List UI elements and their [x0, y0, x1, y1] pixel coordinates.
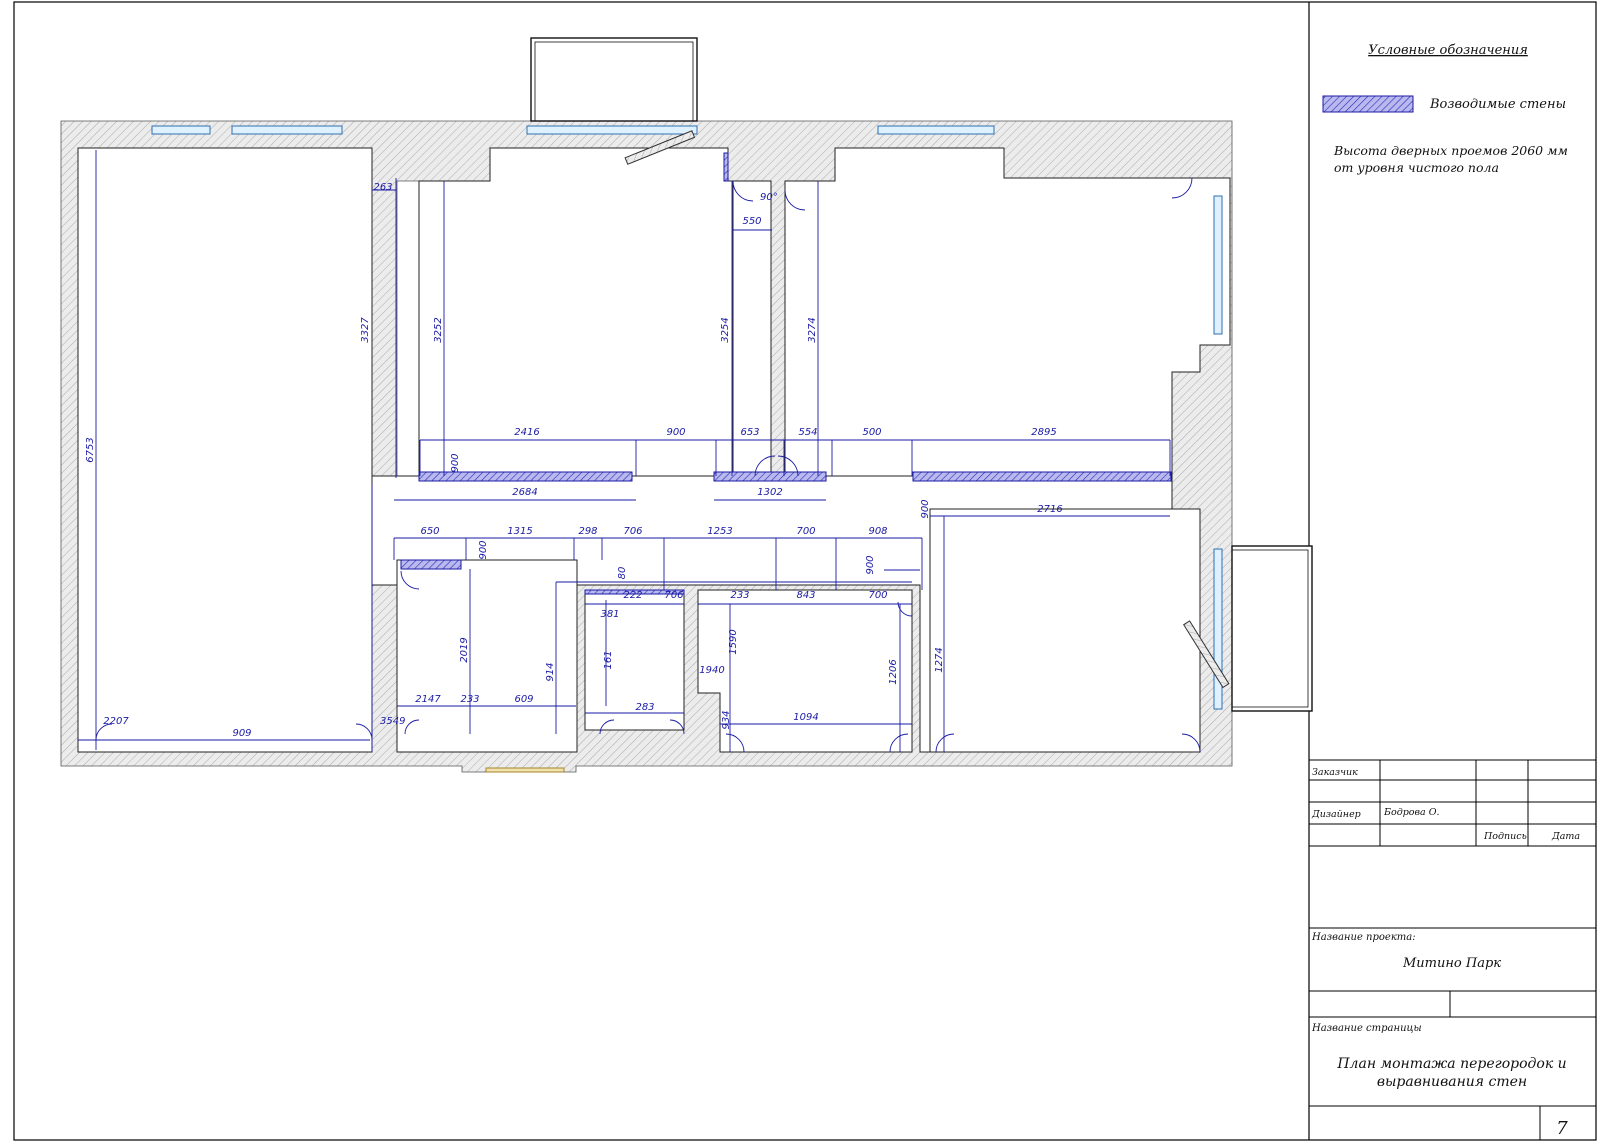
floor-plan: 6753 3327 263 3252 550 3254 3274 2416 900 653 554 5… — [60, 37, 1313, 773]
dimension-label: 700 — [796, 526, 815, 537]
room-left — [77, 147, 373, 753]
title-block-text: Заказчик Дизайнер Бодрова О. Подпись Дат… — [1311, 767, 1580, 1139]
window-5 — [1213, 195, 1223, 335]
dimension-label: 914 — [545, 662, 556, 681]
floor-plan-sheet: 6753 3327 263 3252 550 3254 3274 2416 900 653 554 5… — [13, 1, 1597, 1141]
dimension-label: 2147 — [415, 694, 441, 705]
dimension-label: 6753 — [85, 437, 96, 462]
dimension-label: 1590 — [728, 629, 739, 654]
new-wall-swatch-icon — [1322, 95, 1414, 113]
door-height-note-line2: от уровня чистого пола — [1334, 160, 1499, 175]
new-wall-4 — [400, 559, 462, 570]
customer-label: Заказчик — [1312, 767, 1358, 778]
balcony-right — [1231, 545, 1313, 712]
dimension-label: 1940 — [699, 665, 724, 676]
page-label: Название страницы — [1311, 1023, 1422, 1034]
dimension-label: 3254 — [720, 317, 731, 342]
room-bottom-right — [929, 508, 1201, 753]
dimension-label: 900 — [450, 453, 461, 472]
dimension-label: 554 — [798, 427, 817, 438]
dimension-label: 650 — [420, 526, 439, 537]
room-top-middle — [418, 147, 734, 477]
dimension-label: 3252 — [433, 317, 444, 342]
window-1 — [151, 125, 211, 135]
dimension-label: 3549 — [380, 716, 405, 727]
dimension-label: 1302 — [757, 487, 782, 498]
dimension-label: 500 — [862, 427, 881, 438]
room-top-right — [784, 147, 1231, 477]
dimension-label: 161 — [603, 650, 614, 669]
window-2 — [231, 125, 343, 135]
balcony-top — [530, 37, 698, 122]
dimension-label: 2684 — [512, 487, 537, 498]
window-3 — [526, 125, 698, 135]
door-height-note-line1: Высота дверных проемов 2060 мм — [1333, 143, 1568, 158]
dimension-label: 900 — [666, 427, 685, 438]
dimension-label: 843 — [796, 590, 815, 601]
new-wall-3 — [912, 471, 1172, 482]
rooms — [77, 147, 1231, 753]
entry-door-sill — [485, 767, 565, 773]
window-4 — [877, 125, 995, 135]
dimension-label: 3274 — [807, 317, 818, 342]
dimension-label: 2895 — [1031, 427, 1056, 438]
dimension-label: 381 — [600, 609, 619, 620]
dimension-label: 222 — [623, 590, 642, 601]
dimension-label: 653 — [740, 427, 759, 438]
page-title-line1: План монтажа перегородок и — [1336, 1056, 1566, 1072]
dimension-label: 1274 — [934, 647, 945, 672]
dimension-label: 909 — [232, 728, 251, 739]
dimension-label: 2416 — [514, 427, 539, 438]
dimension-label: 934 — [721, 710, 732, 729]
dimension-label: 700 — [868, 590, 887, 601]
dimension-label: 550 — [742, 216, 761, 227]
legend: Условные обозначения Возводимые стены Вы… — [1322, 43, 1568, 175]
dimension-label: 1315 — [507, 526, 532, 537]
designer-label: Дизайнер — [1311, 809, 1361, 820]
new-wall-2 — [713, 471, 827, 482]
dimension-label: 233 — [460, 694, 479, 705]
dimension-label: 1094 — [793, 712, 818, 723]
dimension-label: 2019 — [459, 637, 470, 662]
legend-new-walls-label: Возводимые стены — [1429, 97, 1566, 112]
dimension-label: 900 — [920, 499, 931, 518]
legend-title: Условные обозначения — [1368, 43, 1528, 58]
dimension-label: 706 — [664, 590, 683, 601]
date-label: Дата — [1551, 831, 1580, 842]
dimension-label: 1206 — [888, 659, 899, 684]
dimension-label: 2207 — [103, 716, 129, 727]
page-title-line2: выравнивания стен — [1377, 1074, 1527, 1090]
project-name: Митино Парк — [1402, 956, 1501, 971]
signature-label: Подпись — [1483, 831, 1527, 842]
dimension-label: 706 — [623, 526, 642, 537]
project-label: Название проекта: — [1311, 932, 1416, 943]
designer-name: Бодрова О. — [1383, 807, 1440, 818]
dimension-label: 900 — [478, 540, 489, 559]
dimension-label: 283 — [635, 702, 654, 713]
dimension-label: 3327 — [360, 317, 371, 343]
sheet-number: 7 — [1556, 1118, 1568, 1139]
new-wall-5 — [723, 152, 729, 182]
dimension-label: 1253 — [707, 526, 732, 537]
dimension-label: 233 — [730, 590, 749, 601]
dimension-label: 80 — [617, 567, 628, 580]
dimension-label: 900 — [865, 555, 876, 574]
room-hall — [396, 559, 578, 753]
dimension-label: 609 — [514, 694, 533, 705]
dimension-label: 298 — [578, 526, 597, 537]
dimension-label: 263 — [373, 182, 392, 193]
dimension-label: 90° — [760, 192, 778, 203]
dimension-label: 2716 — [1037, 504, 1062, 515]
dimension-label: 908 — [868, 526, 887, 537]
